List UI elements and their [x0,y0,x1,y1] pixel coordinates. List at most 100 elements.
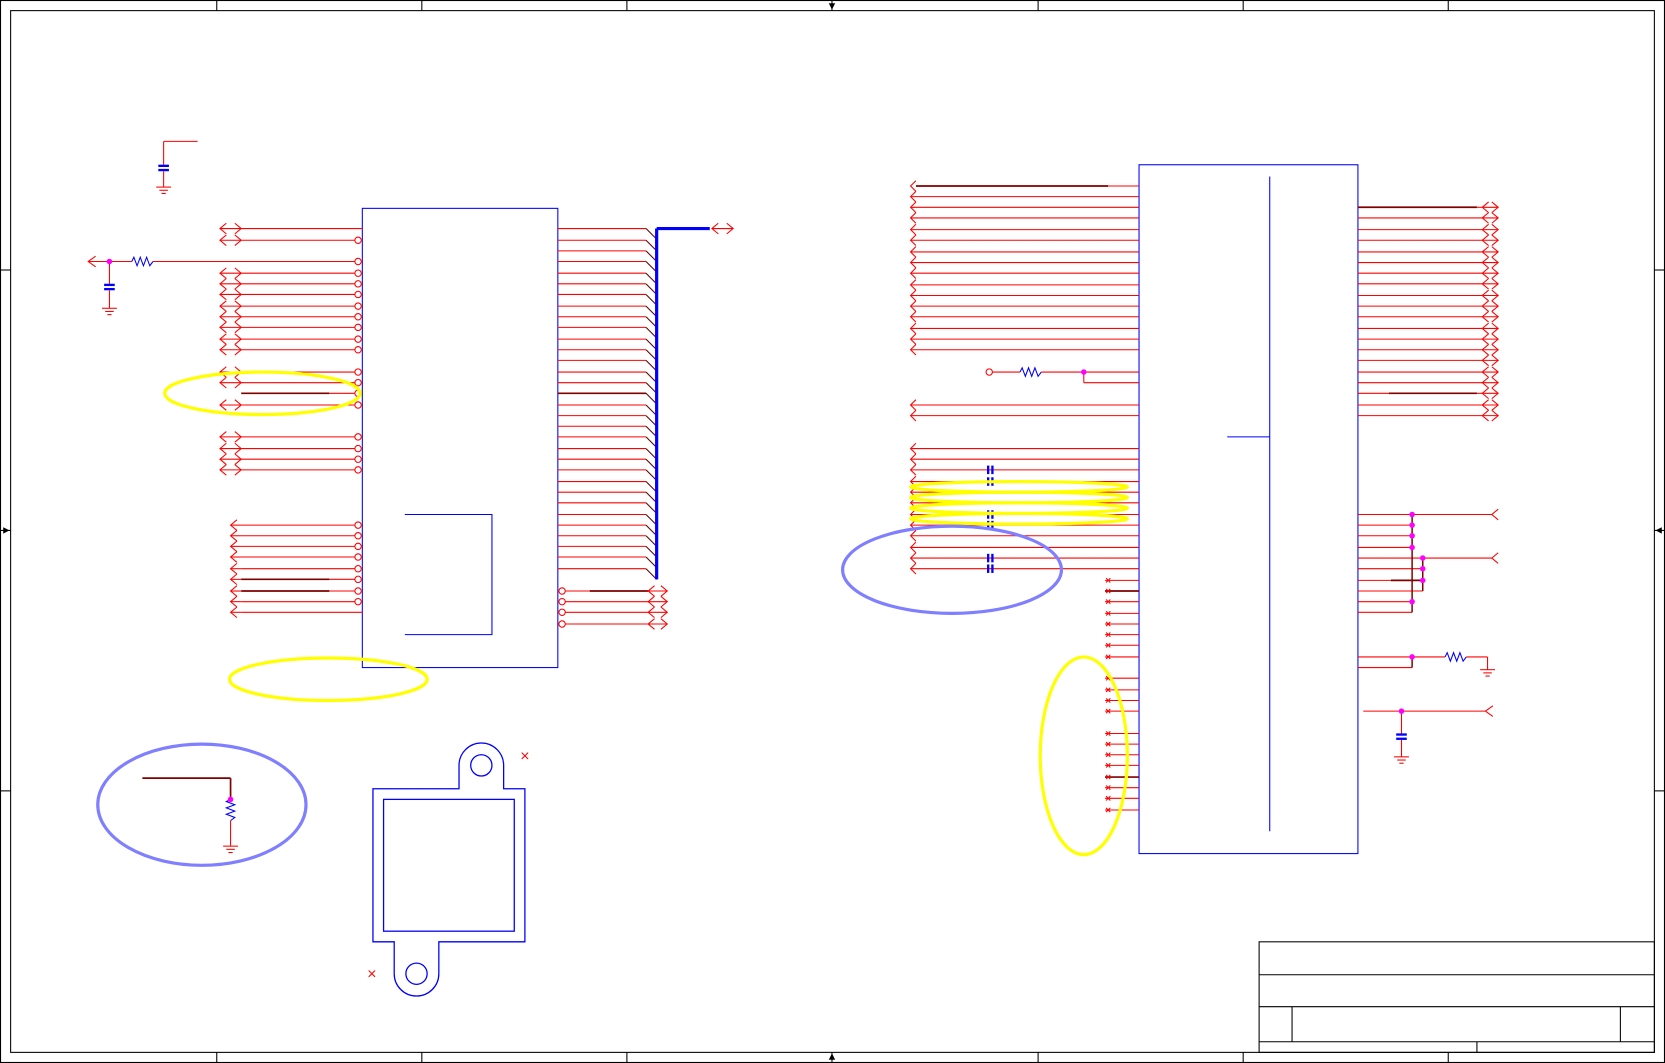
pin-circle [354,346,362,354]
ground-icon [156,186,172,194]
decoupling-capacitor-circuit [156,140,198,194]
bidirectional-port-icon [1481,354,1500,367]
capacitor-icon [158,164,169,172]
bidirectional-port-icon [1481,289,1500,302]
junction-dot [1419,555,1426,561]
pin-circle [354,521,362,529]
bidirectional-port-icon [1481,256,1500,269]
pin-circle [558,597,566,606]
port-chevron [909,180,917,192]
pin-circle [354,368,362,376]
center-arrow-bottom-icon [828,1053,836,1060]
bidirectional-port-icon [219,222,243,235]
no-connect-marker-icon [368,970,376,978]
bidirectional-port-icon [219,234,243,246]
title-block [1258,941,1655,1053]
off-page-connector-icon [1490,508,1499,521]
bidirectional-port-icon [1481,311,1500,323]
pin-circle [354,302,362,310]
junction-dot [1409,598,1415,605]
junction-dot [1409,544,1415,551]
bidirectional-port-icon [219,442,243,455]
junction-dot [106,258,113,265]
port-chevron [1490,508,1499,521]
ground-icon [102,307,117,316]
pin-circle [354,335,362,343]
junction-dot [1419,565,1426,572]
junction-dot [1398,708,1405,714]
off-page-connector-icon [1484,705,1494,717]
bidirectional-port-icon [1481,278,1500,290]
sheet-border-frame [0,0,1665,1063]
ground-icon [1394,756,1409,764]
bidirectional-port-icon [1481,366,1500,378]
bidirectional-port-icon [1481,322,1500,335]
center-arrow-right-icon [1655,527,1662,534]
bidirectional-port-icon [1481,409,1500,422]
bidirectional-port-icon [219,376,243,389]
pin-circle [354,553,362,561]
bidirectional-port-icon [647,606,669,619]
pin-circle [558,620,566,628]
right-ic-section [909,164,1500,855]
annotated-pull-resistor-circuit [142,777,239,854]
pin-circle [985,368,993,376]
pin-circle [354,587,362,595]
bidirectional-port-icon [219,399,243,411]
pin-circle [354,542,362,551]
footprint-inner-pad [382,798,515,932]
bidirectional-port-icon [647,618,669,630]
bidirectional-port-icon [1481,376,1500,389]
junction-dot [1419,577,1426,584]
left-ic-section [219,207,734,669]
off-page-connector-icon [909,180,917,192]
junction-dot [227,796,234,803]
resistor-icon [131,255,154,268]
bidirectional-port-icon [1481,246,1500,258]
bidirectional-port-icon [219,288,243,301]
title-block-frame [1258,941,1655,1053]
junction-dot [1409,654,1415,660]
bidirectional-port-icon [1481,212,1500,224]
mounting-hole-icon [405,962,428,985]
no-connect-marker-icon [521,752,529,760]
schematic-canvas [0,0,1665,1063]
bidirectional-port-icon [1481,387,1500,400]
pin-circle [354,455,362,463]
highlight-ellipse [227,656,429,703]
bidirectional-port-icon [1481,399,1500,411]
ground-icon [223,845,239,854]
bidirectional-port-icon [1481,267,1500,279]
pin-circle [354,575,362,584]
bidirectional-port-icon [219,311,243,323]
bidirectional-port-icon [1481,234,1500,246]
bidirectional-port-icon [219,344,243,356]
bidirectional-port-icon [219,333,243,345]
pin-circle [354,532,362,540]
bidirectional-port-icon [219,321,243,334]
bidirectional-port-icon [219,267,243,279]
port-chevron [1484,705,1494,717]
off-page-connector-icon [1490,552,1499,564]
center-arrow-top-icon [828,3,836,10]
pin-circle [354,444,362,453]
pin-circle [558,587,566,595]
junction-dot [1081,369,1087,375]
capacitor-icon [1396,733,1407,740]
annotation-ellipse [841,524,1064,615]
bidirectional-port-icon [1481,223,1500,236]
bidirectional-port-icon [1481,201,1500,214]
pin-circle [354,401,362,409]
bidirectional-port-icon [1481,300,1500,312]
pin-circle [354,597,362,606]
pin-circle [354,236,362,244]
pin-circle [354,257,362,266]
pin-circle [354,269,362,277]
port-chevron [1490,552,1499,564]
bidirectional-port-icon [647,595,669,608]
pin-circle [354,433,362,441]
crystal-footprint-outline [368,742,529,997]
junction-dot [1409,511,1415,518]
resistor-icon [224,798,237,822]
annotation-ellipse [96,742,308,867]
